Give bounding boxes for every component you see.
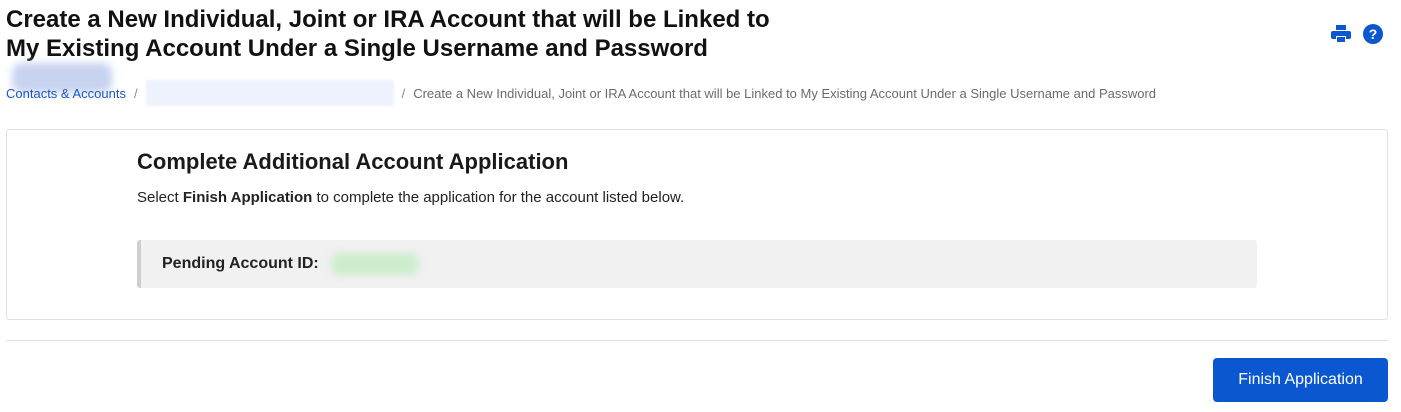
page-title-text: Create a New Individual, Joint or IRA Ac… bbox=[6, 6, 770, 62]
finish-application-button[interactable]: Finish Application bbox=[1213, 358, 1388, 402]
description-suffix: to complete the application for the acco… bbox=[312, 189, 685, 206]
svg-text:?: ? bbox=[1369, 26, 1378, 42]
description-bold: Finish Application bbox=[182, 189, 313, 206]
pending-account-box: Pending Account ID: bbox=[137, 240, 1257, 288]
breadcrumb-redacted-account[interactable] bbox=[145, 80, 394, 106]
page-title: Create a New Individual, Joint or IRA Ac… bbox=[6, 5, 806, 93]
pending-account-id-redacted bbox=[330, 253, 419, 275]
pending-account-label: Pending Account ID: bbox=[162, 255, 319, 272]
help-icon: ? bbox=[1363, 24, 1383, 44]
help-button[interactable]: ? bbox=[1362, 23, 1384, 45]
card-description: Select Finish Application to complete th… bbox=[137, 189, 684, 206]
breadcrumb-separator: / bbox=[401, 85, 406, 101]
card-heading: Complete Additional Account Application bbox=[137, 149, 569, 174]
divider bbox=[6, 340, 1388, 341]
breadcrumb-contacts-accounts[interactable]: Contacts & Accounts bbox=[6, 86, 126, 101]
print-icon bbox=[1331, 25, 1351, 43]
print-button[interactable] bbox=[1330, 23, 1352, 45]
breadcrumb-separator: / bbox=[133, 85, 138, 101]
breadcrumb: Contacts & Accounts / / Create a New Ind… bbox=[6, 80, 1157, 106]
breadcrumb-current-page: Create a New Individual, Joint or IRA Ac… bbox=[413, 85, 1157, 101]
header-actions: ? bbox=[1330, 23, 1384, 45]
description-prefix: Select bbox=[137, 189, 183, 206]
application-card: Complete Additional Account Application … bbox=[6, 129, 1388, 320]
